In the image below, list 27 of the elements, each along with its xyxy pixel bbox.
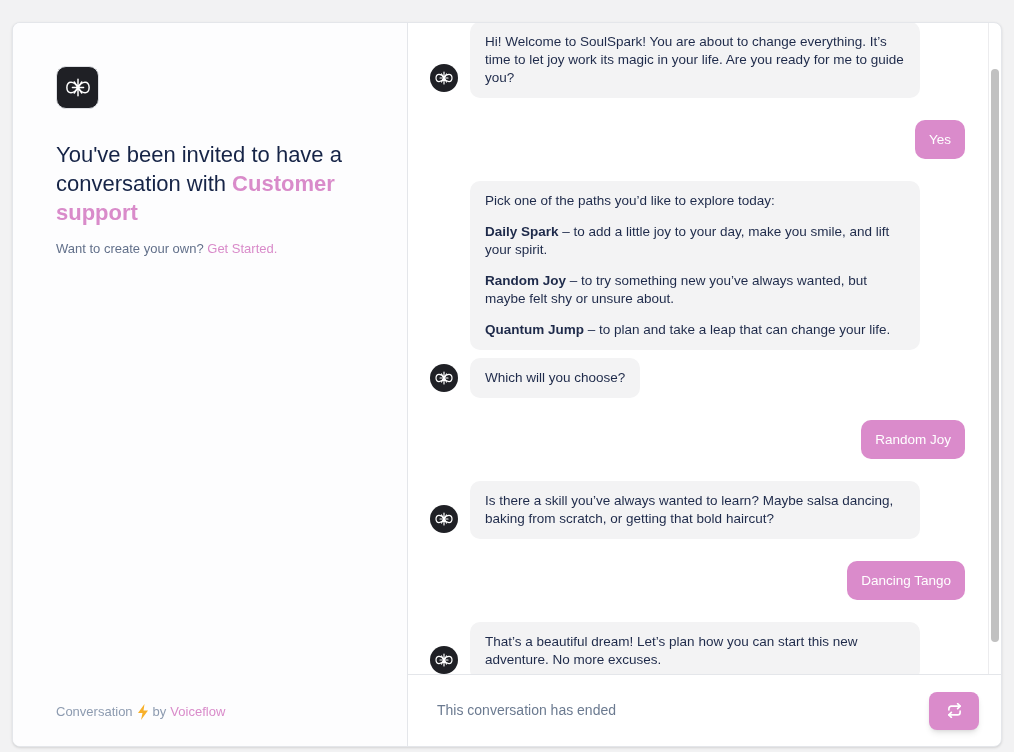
bot-avatar-icon bbox=[430, 364, 458, 392]
repeat-icon bbox=[946, 703, 962, 718]
message-text: Random Joy – to try something new you’ve always wanted, but maybe felt shy or unsure about. bbox=[485, 272, 868, 308]
lightning-icon bbox=[136, 704, 149, 720]
bot-avatar-icon bbox=[430, 646, 458, 674]
credit-text: by bbox=[152, 703, 167, 721]
credit-text: Conversation bbox=[56, 703, 133, 721]
restart-button[interactable] bbox=[929, 691, 979, 730]
bot-avatar-icon bbox=[430, 64, 458, 92]
message-text: That’s a beautiful dream! Let’s plan how you can start this new adventure. No more excuses. bbox=[485, 633, 859, 669]
message-text: Hi! Welcome to SoulSpark! You are about to change everything. It’s time to let joy work its magic in your life. Are you ready for me to guide you? bbox=[485, 33, 905, 87]
voiceflow-link[interactable]: Voiceflow bbox=[170, 702, 226, 722]
user-message: Random Joy bbox=[861, 420, 965, 459]
scrollbar[interactable] bbox=[991, 69, 999, 642]
message-text: Pick one of the paths you’d like to explore today: bbox=[485, 192, 776, 210]
get-started-link[interactable]: Get Started. bbox=[207, 241, 278, 256]
message-text: Daily Spark – to add a little joy to your day, make you smile, and lift your spirit. bbox=[485, 223, 891, 259]
user-message: Yes bbox=[914, 120, 965, 159]
invite-heading: You've been invited to have a conversation with Customer support bbox=[56, 141, 343, 227]
invite-prompt: Want to create your own? Get Started. bbox=[56, 240, 279, 258]
logo-icon bbox=[56, 66, 99, 109]
bot-avatar-icon bbox=[430, 505, 458, 533]
user-message: Dancing Tango bbox=[847, 561, 965, 600]
message-text: Which will you choose? bbox=[485, 369, 626, 387]
message-text: Quantum Jump – to plan and take a leap that can change your life. bbox=[485, 321, 892, 339]
conversation-status: This conversation has ended bbox=[437, 701, 617, 720]
message-text: Is there a skill you’ve always wanted to learn? Maybe salsa dancing, baking from scratch, or getting that bold haircut? bbox=[485, 492, 895, 528]
